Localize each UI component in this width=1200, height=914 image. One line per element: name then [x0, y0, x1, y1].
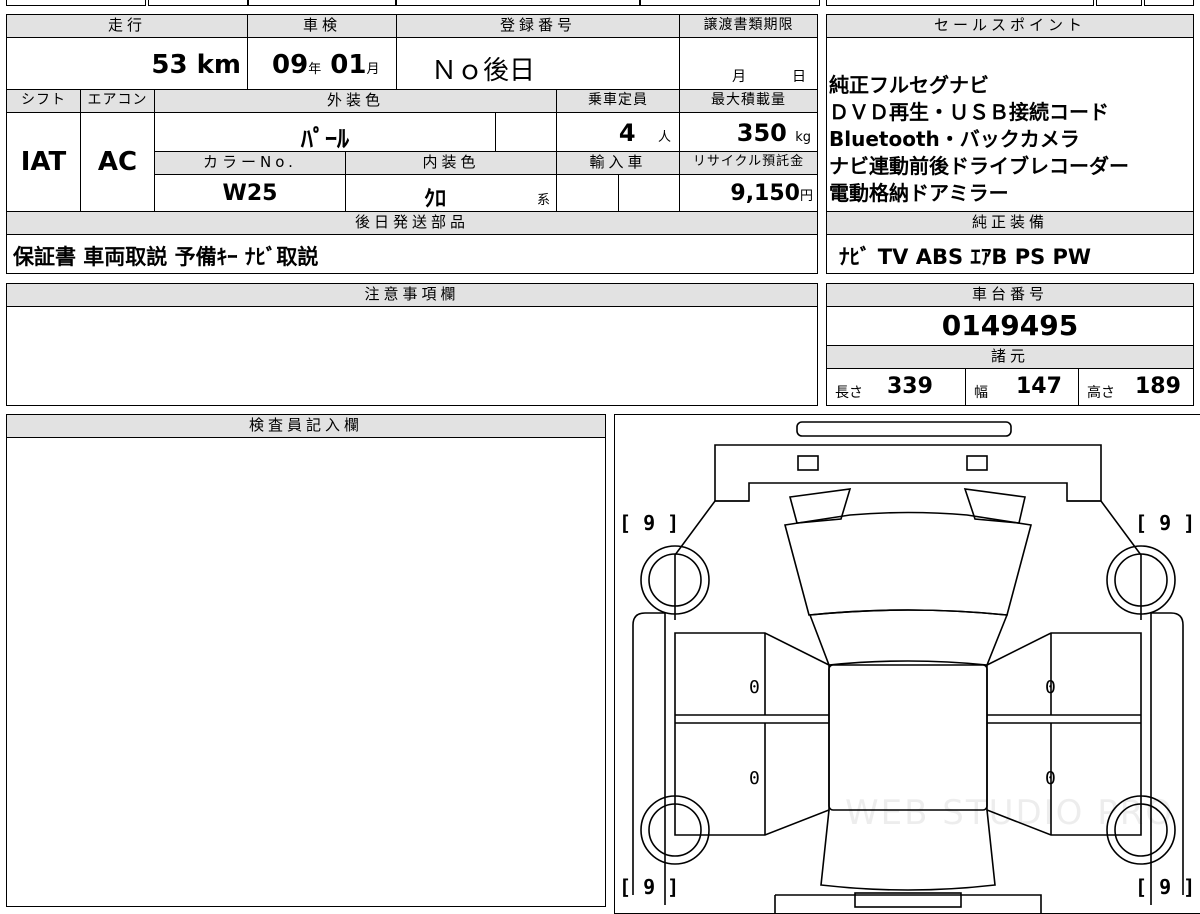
ac-cell: AC [80, 112, 155, 212]
capacity-unit: 人 [657, 130, 671, 145]
top-strip-reg [396, 0, 640, 6]
inspection-year: 09 [272, 50, 309, 80]
sales-point-line: Bluetooth・バックカメラ [829, 127, 1080, 151]
ac-header: エアコン [80, 89, 155, 113]
registration-header: 登録番号 [396, 14, 680, 38]
transfer-cell: 月 日 [679, 37, 818, 90]
import-header: 輸入車 [556, 151, 680, 175]
specs-length-value: 339 [887, 374, 933, 399]
equipment-header: 純正装備 [826, 211, 1194, 235]
capacity-header: 乗車定員 [556, 89, 680, 113]
door-mark-rear-left: 0 [749, 768, 760, 789]
chassis-cell: 0149495 [826, 306, 1194, 346]
sales-point-line: 純正フルセグナビ [829, 73, 989, 97]
equipment-cell: ﾅﾋﾞ TV ABS ｴｱB PS PW [826, 234, 1194, 274]
specs-length-cell: 長さ 339 [826, 368, 966, 406]
sales-point-line: 電動格納ドアミラー [829, 181, 1009, 205]
later-items-header: 後日発送部品 [6, 211, 818, 235]
top-strip-right [640, 0, 820, 6]
interior-color-value: ｸﾛ [424, 187, 447, 212]
sales-point-line: ナビ連動前後ドライブレコーダー [829, 154, 1129, 178]
max-load-value: 350 [736, 119, 787, 147]
damage-score-rear-left: [ 9 ] [619, 875, 680, 899]
damage-score-front-left: [ 9 ] [619, 511, 680, 535]
specs-header: 諸元 [826, 345, 1194, 369]
notes-header: 注意事項欄 [6, 283, 818, 307]
max-load-unit: kg [795, 130, 811, 145]
specs-width-value: 147 [1016, 374, 1062, 399]
recycle-cell: 9,150円 [679, 174, 818, 212]
max-load-header: 最大積載量 [679, 89, 818, 113]
specs-width-cell: 幅 147 [965, 368, 1079, 406]
top-strip-box2 [1144, 0, 1194, 6]
inspection-month: 01 [330, 50, 367, 80]
inspector-area [6, 437, 606, 907]
exterior-color-extra [495, 112, 557, 152]
equipment-value: ﾅﾋﾞ TV ABS ｴｱB PS PW [839, 245, 1092, 269]
chassis-header: 車台番号 [826, 283, 1194, 307]
recycle-value: 9,150 [730, 181, 800, 206]
car-outline-diagram [632, 421, 1184, 913]
interior-color-cell: ｸﾛ 系 [345, 174, 557, 212]
top-strip-box1 [1096, 0, 1142, 6]
top-strip-name [248, 0, 396, 6]
color-no-header: カラーNo. [154, 151, 346, 175]
damage-score-front-right: [ 9 ] [1135, 511, 1196, 535]
shift-header: シフト [6, 89, 81, 113]
top-strip-far-right [826, 0, 1094, 6]
car-diagram: [ 9 ] [ 9 ] [ 9 ] [ 9 ] 0 0 0 0 WEB STUD… [614, 414, 1200, 914]
registration-value: Ｎｏ後日 [431, 56, 536, 86]
mileage-header: 走行 [6, 14, 248, 38]
notes-area [6, 306, 818, 406]
specs-height-label: 高さ [1087, 385, 1115, 401]
watermark: WEB STUDIO PRO [845, 793, 1175, 833]
top-strip-left [6, 0, 146, 6]
specs-height-cell: 高さ 189 [1078, 368, 1194, 406]
later-items-cell: 保証書 車両取説 予備ｷｰ ﾅﾋﾞ取説 [6, 234, 818, 274]
transfer-month-unit: 月 [732, 69, 746, 85]
shift-cell: IAT [6, 112, 81, 212]
transfer-header: 譲渡書類期限 [679, 14, 818, 38]
recycle-header: リサイクル預託金 [679, 151, 818, 175]
mileage-cell: 53 km [6, 37, 248, 90]
exterior-color-value: ﾊﾟｰﾙ [301, 125, 349, 152]
color-no-value: W25 [222, 181, 278, 206]
transfer-day-unit: 日 [792, 69, 806, 85]
top-strip-mid [148, 0, 248, 6]
exterior-color-cell: ﾊﾟｰﾙ [154, 112, 496, 152]
color-no-cell: W25 [154, 174, 346, 212]
inspection-cell: 09年 01月 [247, 37, 397, 90]
interior-color-header: 内装色 [345, 151, 557, 175]
chassis-value: 0149495 [941, 309, 1079, 342]
max-load-cell: 350 kg [679, 112, 818, 152]
damage-score-rear-right: [ 9 ] [1135, 875, 1196, 899]
door-mark-rear-right: 0 [1045, 768, 1056, 789]
mileage-unit: km [196, 50, 241, 80]
sales-points-header: セールスポイント [826, 14, 1194, 38]
capacity-cell: 4 人 [556, 112, 680, 152]
door-mark-front-left: 0 [749, 677, 760, 698]
door-mark-front-right: 0 [1045, 677, 1056, 698]
sales-point-line: ＤＶＤ再生・ＵＳＢ接続コード [829, 100, 1109, 124]
shift-value: IAT [20, 147, 67, 177]
recycle-unit: 円 [799, 189, 813, 204]
inspection-year-unit: 年 [308, 62, 322, 77]
import-cell-1 [556, 174, 619, 212]
interior-color-unit: 系 [536, 193, 550, 208]
later-items-value: 保証書 車両取説 予備ｷｰ ﾅﾋﾞ取説 [13, 245, 319, 269]
specs-height-value: 189 [1135, 374, 1181, 399]
import-cell-2 [618, 174, 680, 212]
specs-width-label: 幅 [974, 385, 988, 401]
inspector-header: 検査員記入欄 [6, 414, 606, 438]
ac-value: AC [97, 147, 138, 177]
inspection-month-unit: 月 [366, 62, 380, 77]
registration-cell: Ｎｏ後日 [396, 37, 680, 90]
mileage-value: 53 [151, 50, 188, 80]
sales-points-cell: 純正フルセグナビ ＤＶＤ再生・ＵＳＢ接続コード Bluetooth・バックカメラ… [826, 37, 1194, 212]
exterior-color-header: 外装色 [154, 89, 557, 113]
inspection-header: 車検 [247, 14, 397, 38]
specs-length-label: 長さ [835, 385, 863, 401]
capacity-value: 4 [618, 119, 636, 147]
